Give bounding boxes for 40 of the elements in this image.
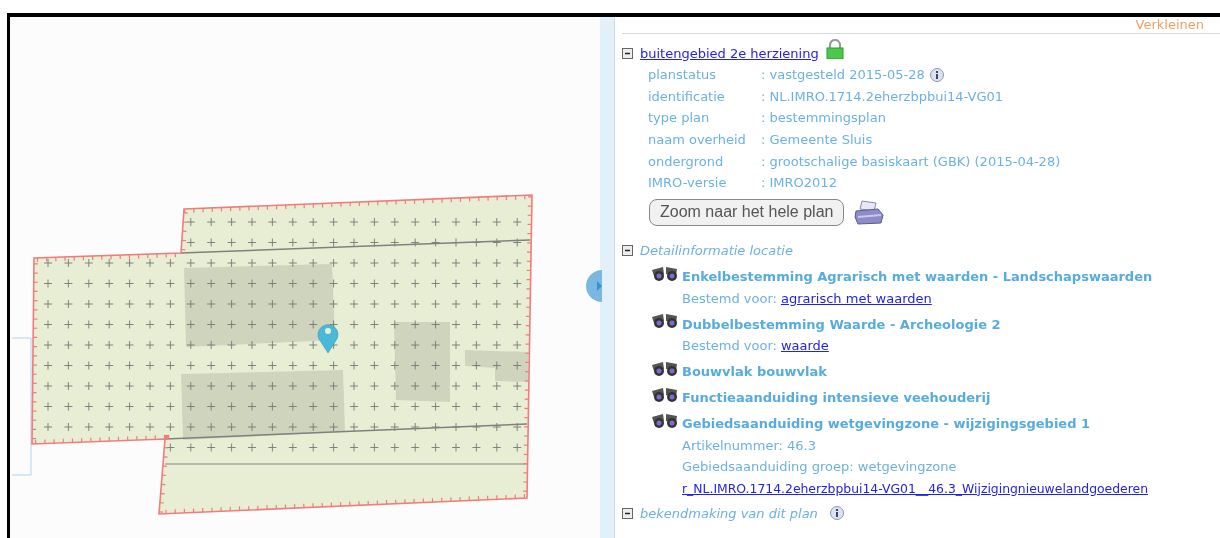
property-value: : bestemmingsplan	[761, 110, 886, 126]
binoculars-icon[interactable]	[651, 412, 679, 429]
printer-icon[interactable]	[854, 199, 885, 226]
info-icon[interactable]	[929, 67, 944, 82]
item-detail: Gebiedsaanduiding groep: wetgevingzone	[682, 459, 957, 475]
property-value: : IMRO2012	[761, 175, 837, 191]
item-title: Dubbelbestemming Waarde - Archeologie 2	[682, 316, 1001, 332]
info-icon[interactable]	[829, 506, 844, 521]
item-title: Gebiedsaanduiding wetgevingzone - wijzigingsgebied 1	[682, 416, 1091, 432]
binoculars-icon[interactable]	[651, 386, 679, 403]
item-title: Functieaanduiding intensieve veehouderij	[682, 390, 991, 406]
zoom-to-plan-button[interactable]: Zoom naar het hele plan	[649, 198, 845, 226]
panel-toggle-icon[interactable]	[585, 270, 602, 302]
property-label: type plan	[648, 110, 711, 126]
collapse-icon[interactable]	[622, 47, 633, 59]
binoculars-icon[interactable]	[651, 265, 679, 282]
collapse-icon[interactable]	[622, 507, 633, 519]
item-title: Bouwvlak bouwvlak	[682, 364, 827, 380]
property-label: naam overheid	[648, 132, 747, 148]
property-label: ondergrond	[648, 153, 725, 169]
property-value: : NL.IMRO.1714.2eherzbpbui14-VG01	[761, 88, 1003, 104]
binoculars-icon[interactable]	[651, 313, 679, 330]
property-label: IMRO-versie	[648, 175, 728, 191]
item-detail: Artikelnummer: 46.3	[682, 437, 816, 453]
item-title: Enkelbestemming Agrarisch met waarden - Landschapswaarden	[682, 269, 1153, 285]
item-label: Bestemd voor:	[682, 338, 777, 354]
collapse-icon[interactable]	[622, 245, 633, 257]
section-title: Detailinformatie locatie	[640, 243, 793, 259]
property-value: : vastgesteld 2015-05-28	[761, 67, 925, 83]
section-title: bekendmaking van dit plan	[640, 505, 818, 521]
property-value: : grootschalige basiskaart (GBK) (2015-04-28)	[761, 153, 1061, 169]
binoculars-icon[interactable]	[651, 360, 679, 377]
plan-title-link[interactable]: buitengebied 2e herziening	[640, 45, 819, 61]
property-label: planstatus	[648, 67, 717, 83]
property-label: identificatie	[648, 88, 726, 104]
item-link[interactable]: r_NL.IMRO.1714.2eherzbpbui14-VG01__46.3_Wijzigingnieuwelandgoederen	[682, 480, 1148, 496]
item-label: Bestemd voor:	[682, 290, 777, 306]
property-value: : Gemeente Sluis	[761, 132, 873, 148]
item-link[interactable]: waarde	[780, 338, 829, 354]
item-link[interactable]: agrarisch met waarden	[780, 290, 932, 306]
